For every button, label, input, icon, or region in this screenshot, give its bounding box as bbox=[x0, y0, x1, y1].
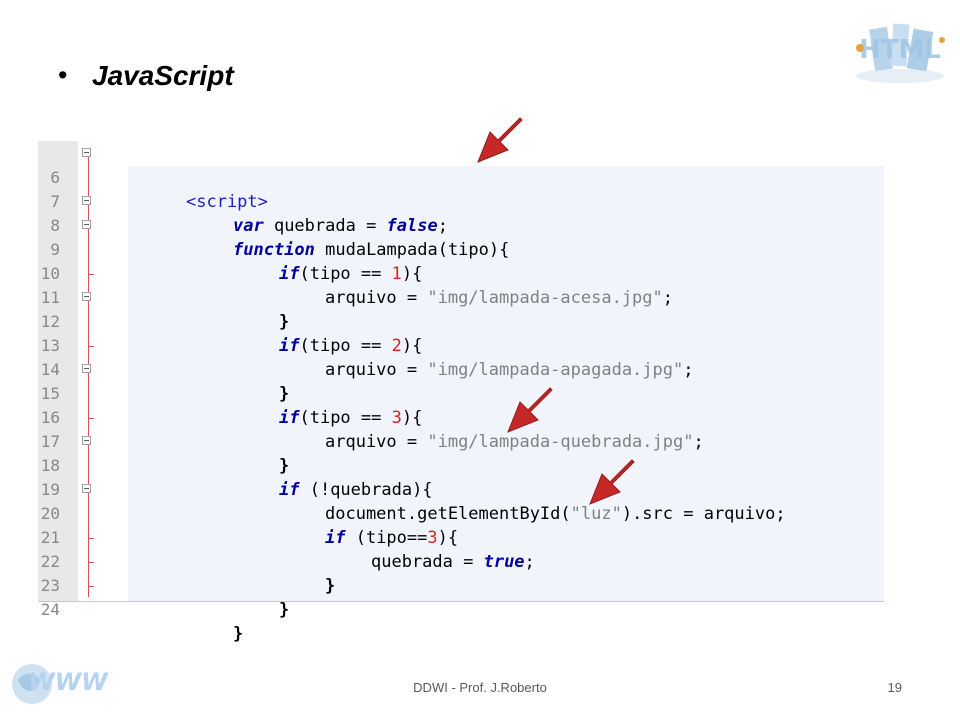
code-line: 8 function mudaLampada(tipo){ bbox=[38, 190, 884, 260]
code-line: 21 quebrada = true; bbox=[40, 528, 535, 572]
html-logo-icon: HTML bbox=[856, 23, 945, 83]
code-line: 17 } bbox=[38, 406, 884, 476]
red-arrow-icon bbox=[589, 459, 635, 505]
code-line: 24 } bbox=[38, 574, 884, 644]
red-arrow-icon bbox=[477, 117, 523, 163]
code-line: 11 } bbox=[38, 262, 884, 332]
code-line: 13 arquivo = "img/lampada-apagada.jpg"; bbox=[40, 336, 694, 380]
code-editor-screenshot: 6 <script> 7 var quebrada = false; 8 fun… bbox=[38, 141, 884, 644]
code-line: 22 } bbox=[38, 526, 884, 596]
code-line: 16 arquivo = "img/lampada-quebrada.jpg"; bbox=[40, 408, 704, 452]
page-number: 19 bbox=[887, 680, 902, 695]
code-line: 18 if (!quebrada){ bbox=[38, 430, 884, 500]
svg-text:HTML: HTML bbox=[859, 35, 941, 65]
code-line: 19 document.getElementById("luz").src = … bbox=[40, 480, 786, 524]
code-line: 9 if(tipo == 1){ bbox=[38, 214, 884, 284]
code-line: 12 if(tipo == 2){ bbox=[38, 286, 884, 356]
code-line: 14 } bbox=[38, 334, 884, 404]
code-line: 10 arquivo = "img/lampada-acesa.jpg"; bbox=[40, 264, 674, 308]
code-line: 15 if(tipo == 3){ bbox=[38, 358, 884, 428]
code-line: 23 } bbox=[38, 550, 884, 620]
code-line: 20 if (tipo==3){ bbox=[38, 478, 884, 548]
footer-text: DDWI - Prof. J.Roberto bbox=[413, 680, 547, 695]
red-arrow-icon bbox=[507, 387, 553, 433]
slide-title: JavaScript bbox=[92, 60, 234, 91]
bullet-point: • bbox=[58, 60, 68, 90]
code-line: 7 var quebrada = false; bbox=[50, 192, 448, 236]
code-line: 6 <script> bbox=[38, 142, 884, 212]
